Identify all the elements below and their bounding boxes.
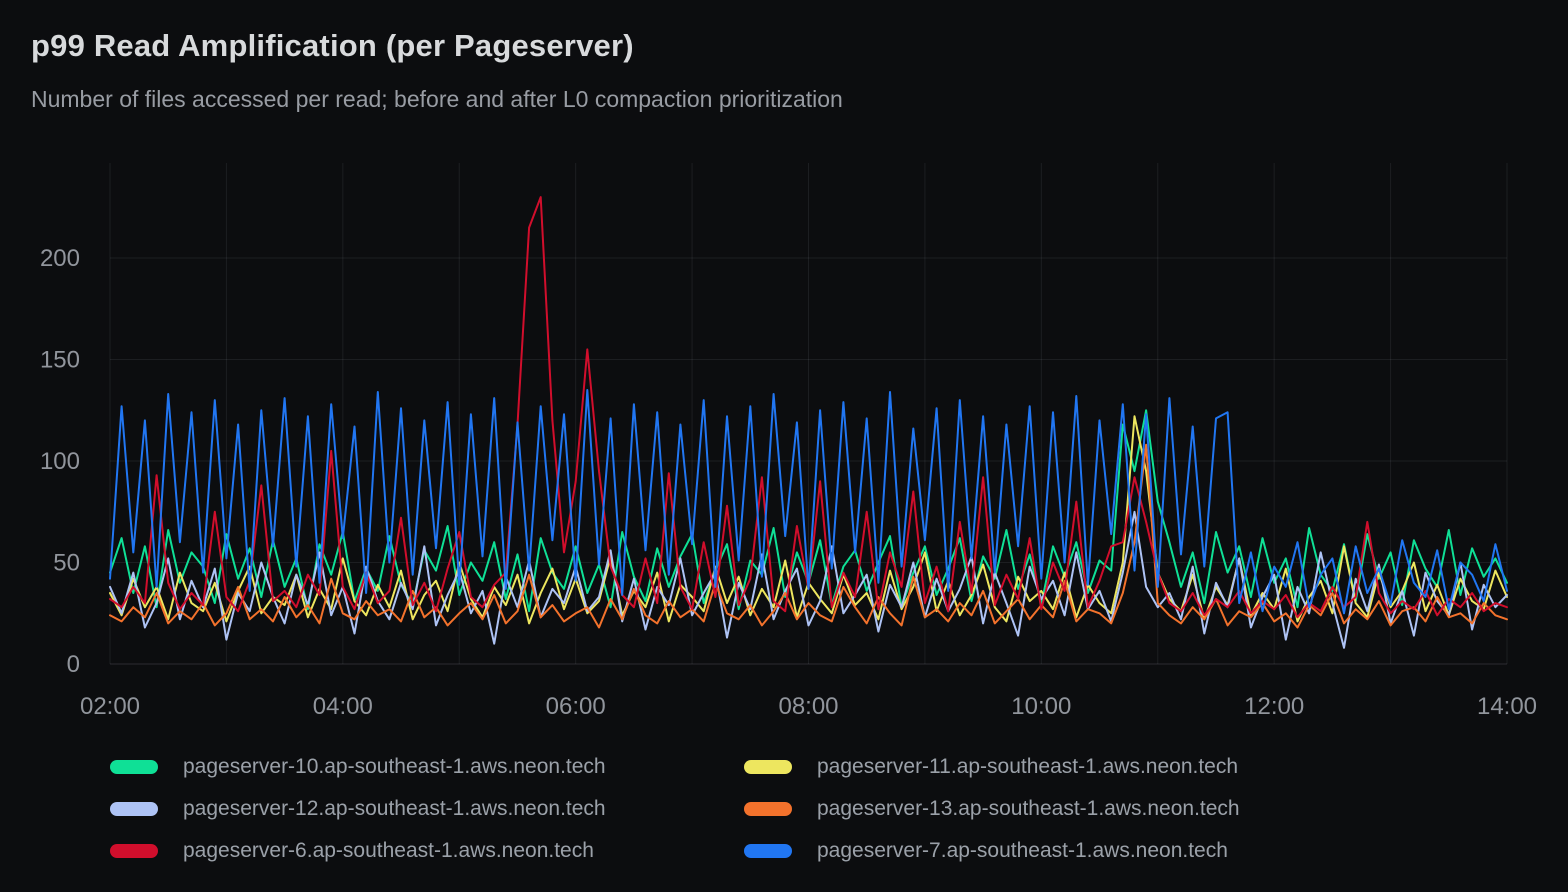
chart-legend: pageserver-10.ap-southeast-1.aws.neon.te… <box>110 754 1510 864</box>
x-axis-tick-label: 10:00 <box>1011 693 1071 720</box>
time-series-chart-plot[interactable]: 0 50 100 150 200 02:00 04:00 06:00 08:00 10:00 12:… <box>0 0 1568 745</box>
y-axis-tick-label: 50 <box>53 550 80 577</box>
legend-item-pageserver-7[interactable]: pageserver-7.ap-southeast-1.aws.neon.tec… <box>744 838 1510 864</box>
legend-color-pill <box>110 844 158 858</box>
legend-label: pageserver-10.ap-southeast-1.aws.neon.te… <box>183 755 606 779</box>
y-axis-tick-label: 0 <box>67 651 80 678</box>
x-axis-tick-label: 14:00 <box>1477 693 1537 720</box>
legend-color-pill <box>744 802 792 816</box>
y-axis-tick-label: 200 <box>40 245 80 272</box>
x-axis-tick-label: 06:00 <box>546 693 606 720</box>
legend-label: pageserver-6.ap-southeast-1.aws.neon.tec… <box>183 839 594 863</box>
legend-item-pageserver-13[interactable]: pageserver-13.ap-southeast-1.aws.neon.te… <box>744 796 1510 822</box>
x-axis-tick-label: 04:00 <box>313 693 373 720</box>
legend-label: pageserver-12.ap-southeast-1.aws.neon.te… <box>183 797 606 821</box>
legend-color-pill <box>744 760 792 774</box>
x-axis-tick-label: 02:00 <box>80 693 140 720</box>
legend-item-pageserver-12[interactable]: pageserver-12.ap-southeast-1.aws.neon.te… <box>110 796 744 822</box>
legend-item-pageserver-6[interactable]: pageserver-6.ap-southeast-1.aws.neon.tec… <box>110 838 744 864</box>
legend-label: pageserver-11.ap-southeast-1.aws.neon.te… <box>817 755 1238 779</box>
legend-color-pill <box>110 802 158 816</box>
legend-label: pageserver-13.ap-southeast-1.aws.neon.te… <box>817 797 1240 821</box>
y-axis-tick-label: 100 <box>40 448 80 475</box>
legend-item-pageserver-10[interactable]: pageserver-10.ap-southeast-1.aws.neon.te… <box>110 754 744 780</box>
legend-color-pill <box>110 760 158 774</box>
y-axis-tick-label: 150 <box>40 347 80 374</box>
read-amplification-panel: p99 Read Amplification (per Pageserver) … <box>0 0 1568 892</box>
x-axis-tick-label: 12:00 <box>1244 693 1304 720</box>
legend-item-pageserver-11[interactable]: pageserver-11.ap-southeast-1.aws.neon.te… <box>744 754 1510 780</box>
legend-color-pill <box>744 844 792 858</box>
x-axis-tick-label: 08:00 <box>778 693 838 720</box>
legend-label: pageserver-7.ap-southeast-1.aws.neon.tec… <box>817 839 1228 863</box>
